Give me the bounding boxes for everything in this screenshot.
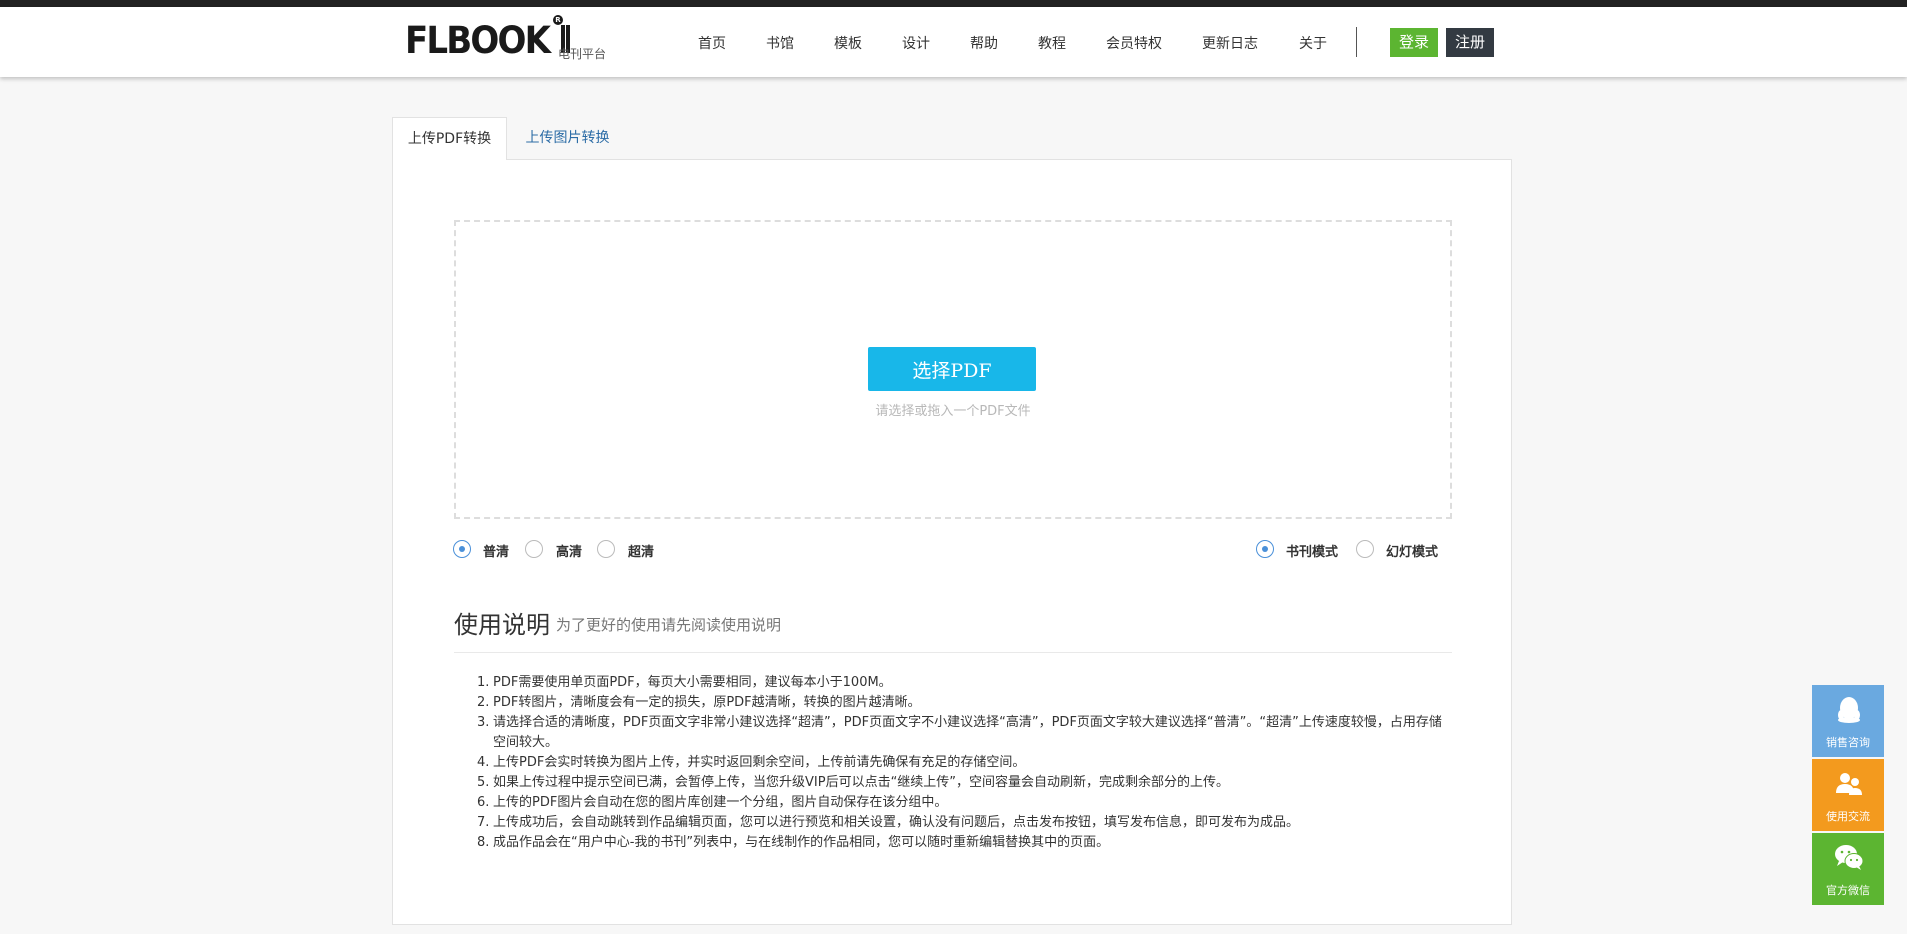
usage-item: 1. PDF需要使用单页面PDF，每页大小需要相同，建议每本小于100M。 <box>477 675 892 690</box>
sales-consult-label: 销售咨询 <box>1826 736 1870 749</box>
nav-templates[interactable]: 模板 <box>834 33 862 53</box>
nav-tutorial[interactable]: 教程 <box>1038 33 1066 53</box>
usage-item: 7. 上传成功后，会自动跳转到作品编辑页面，您可以进行预览和相关设置，确认没有问题… <box>477 815 1300 830</box>
usage-item: 4. 上传PDF会实时转换为图片上传，并实时返回剩余空间，上传前请先确保有充足的存… <box>477 755 1026 770</box>
usage-item: 8. 成品作品会在“用户中心-我的书刊”列表中，与在线制作的作品相同，您可以随时重… <box>477 835 1110 850</box>
radio-quality-high[interactable] <box>525 540 543 558</box>
nav-home[interactable]: 首页 <box>698 33 726 53</box>
usage-subtitle: 为了更好的使用请先阅读使用说明 <box>556 616 782 634</box>
official-wechat-label: 官方微信 <box>1826 884 1870 897</box>
user-community-button[interactable]: 使用交流 <box>1812 759 1884 831</box>
tab-upload-images[interactable]: 上传图片转换 <box>515 117 620 160</box>
radio-quality-standard[interactable] <box>453 540 471 558</box>
usage-divider <box>454 652 1452 653</box>
nav-about[interactable]: 关于 <box>1299 33 1327 53</box>
usage-item: 3. 请选择合适的清晰度，PDF页面文字非常小建议选择“超清”，PDF页面文字不小… <box>477 715 1442 750</box>
logo-subtitle: 电刊平台 <box>558 47 607 61</box>
sales-consult-button[interactable]: 销售咨询 <box>1812 685 1884 757</box>
radio-quality-standard-label: 普清 <box>483 545 510 560</box>
usage-item: 5. 如果上传过程中提示空间已满，会暂停上传，当您升级VIP后可以点击“继续上传”… <box>477 775 1230 790</box>
dropzone-hint: 请选择或拖入一个PDF文件 <box>875 404 1031 419</box>
nav-design[interactable]: 设计 <box>902 33 930 53</box>
group-icon <box>1836 773 1862 795</box>
logo-wordmark: FLBOOK <box>405 19 551 62</box>
nav-divider <box>1356 27 1357 57</box>
site-logo[interactable]: FLBOOK R 电刊平台 <box>405 15 615 63</box>
tab-upload-pdf[interactable]: 上传PDF转换 <box>392 117 507 160</box>
register-button[interactable]: 注册 <box>1446 28 1494 57</box>
registered-mark: R <box>553 15 563 25</box>
qq-icon <box>1838 697 1860 723</box>
radio-quality-high-label: 高清 <box>556 545 583 560</box>
nav-help[interactable]: 帮助 <box>970 33 998 53</box>
radio-mode-book-label: 书刊模式 <box>1286 545 1339 560</box>
login-button[interactable]: 登录 <box>1390 28 1438 57</box>
usage-title: 使用说明 <box>454 611 550 639</box>
radio-mode-book[interactable] <box>1256 540 1274 558</box>
wechat-icon <box>1835 845 1864 870</box>
radio-quality-ultra[interactable] <box>597 540 615 558</box>
radio-mode-slide-label: 幻灯模式 <box>1386 545 1439 560</box>
nav-changelog[interactable]: 更新日志 <box>1202 33 1258 53</box>
official-wechat-button[interactable]: 官方微信 <box>1812 833 1884 905</box>
usage-item: 2. PDF转图片，清晰度会有一定的损失，原PDF越清晰，转换的图片越清晰。 <box>477 695 921 710</box>
usage-item: 6. 上传的PDF图片会自动在您的图片库创建一个分组，图片自动保存在该分组中。 <box>477 795 948 810</box>
radio-quality-ultra-label: 超清 <box>628 545 655 560</box>
site-header <box>0 7 1907 77</box>
select-pdf-button[interactable]: 选择PDF <box>868 347 1036 391</box>
radio-mode-slide[interactable] <box>1356 540 1374 558</box>
top-accent-line <box>0 0 1907 7</box>
nav-vip[interactable]: 会员特权 <box>1106 33 1162 53</box>
nav-library[interactable]: 书馆 <box>766 33 794 53</box>
user-community-label: 使用交流 <box>1826 810 1870 823</box>
usage-instructions-list: 1. PDF需要使用单页面PDF，每页大小需要相同，建议每本小于100M。 2. P… <box>477 673 1447 853</box>
